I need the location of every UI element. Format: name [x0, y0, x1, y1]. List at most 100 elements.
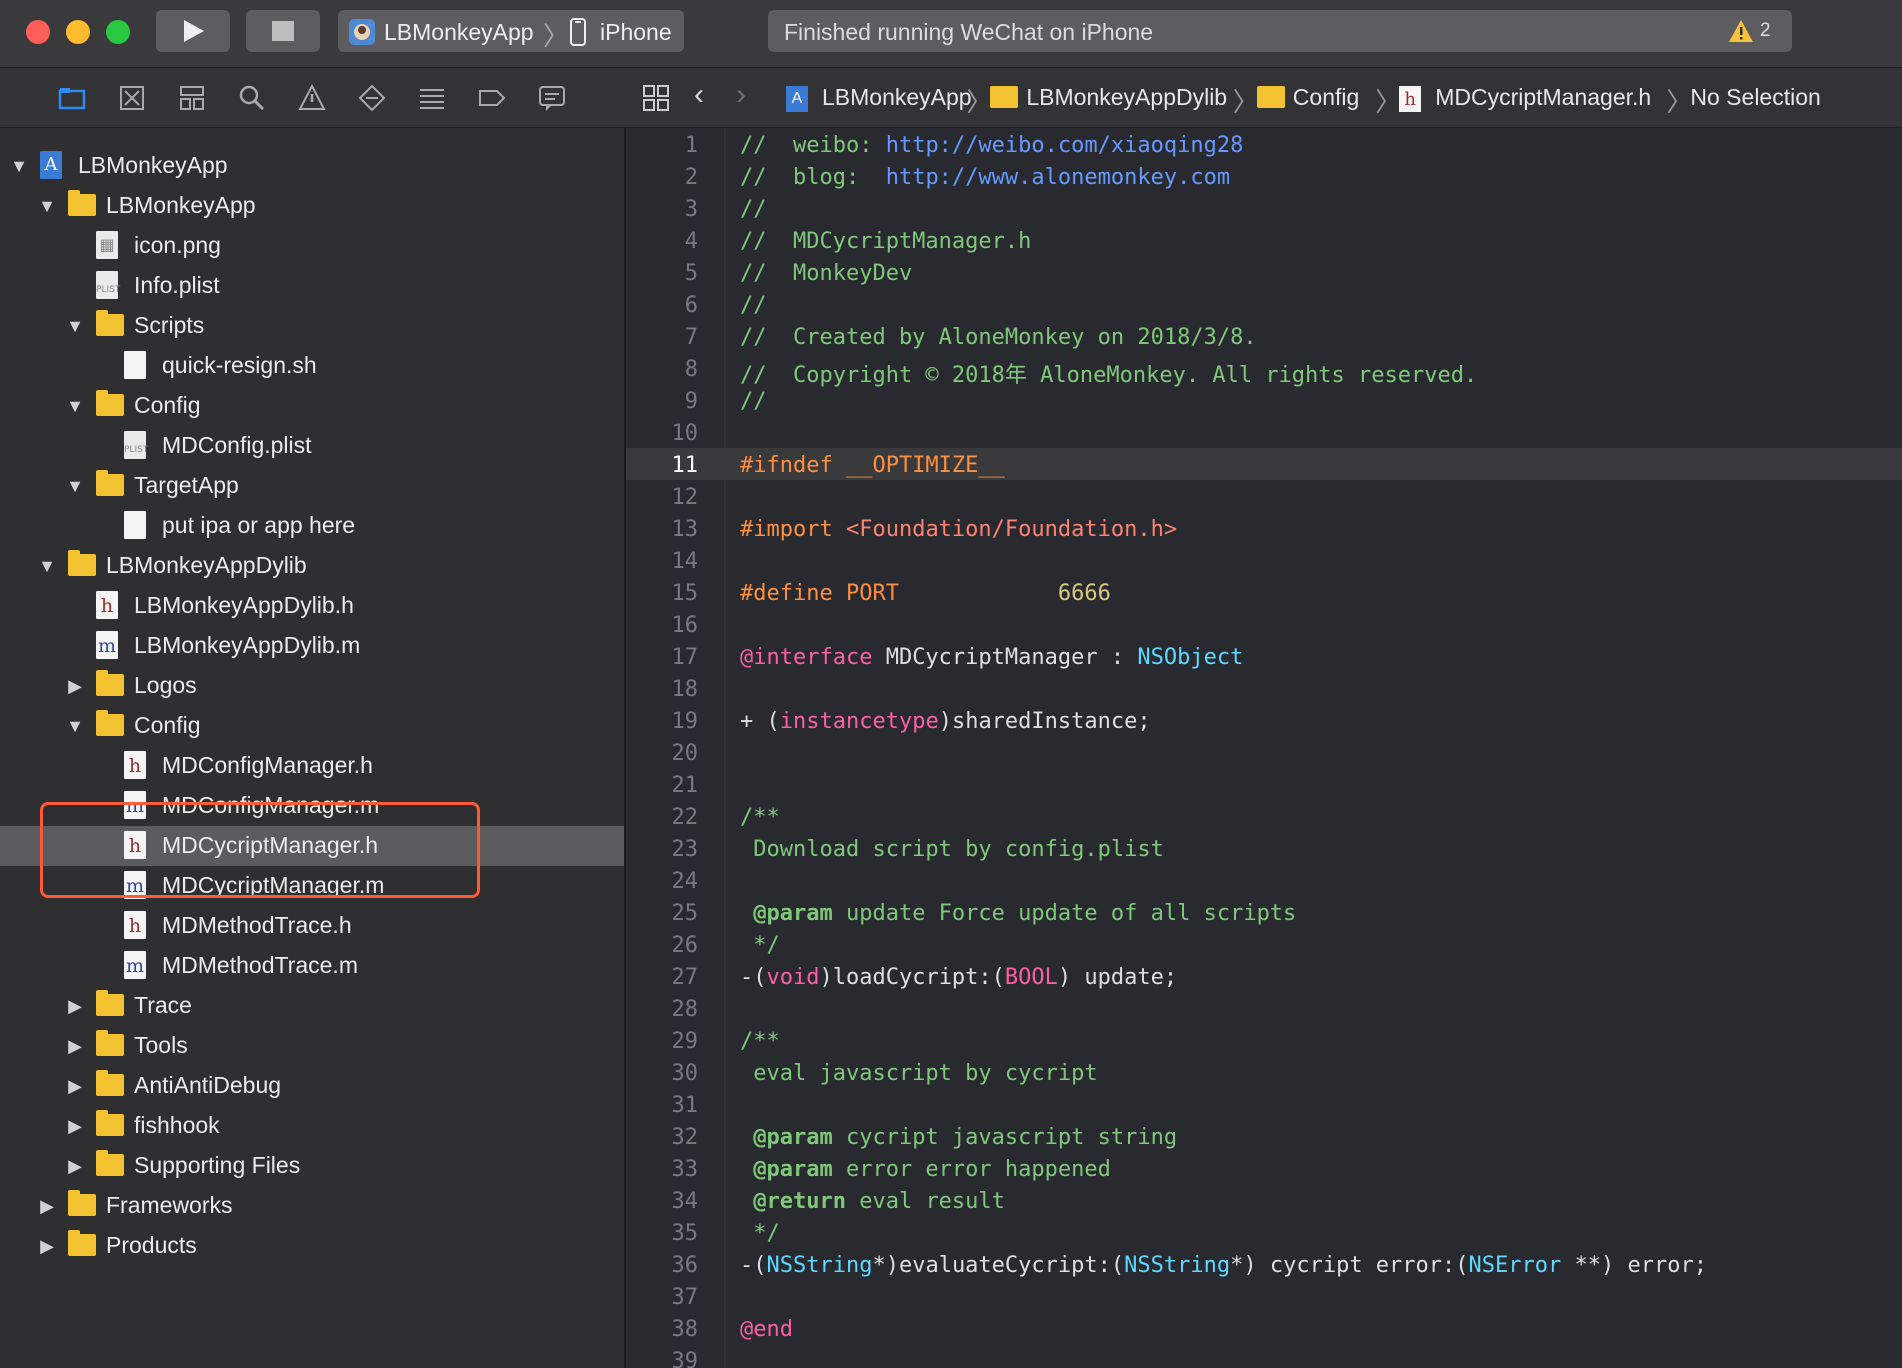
code-line[interactable]: 36 -(NSString*)evaluateCycript:(NSString*…	[626, 1248, 1902, 1280]
code-line[interactable]: 39	[626, 1344, 1902, 1368]
debug-icon[interactable]	[418, 84, 446, 112]
code-line[interactable]: 24	[626, 864, 1902, 896]
tree-file-row[interactable]: quick-resign.sh	[0, 346, 624, 386]
tree-group-row[interactable]: ▶ Logos	[0, 666, 624, 706]
line-number[interactable]: 21	[626, 773, 699, 798]
disclosure-closed-icon[interactable]: ▶	[66, 674, 84, 698]
line-number[interactable]: 20	[626, 741, 699, 766]
code-line[interactable]: 35 */	[626, 1216, 1902, 1248]
line-number[interactable]: 27	[626, 965, 699, 990]
tree-group-row[interactable]: ▶ Frameworks	[0, 1186, 624, 1226]
line-number[interactable]: 3	[626, 197, 698, 222]
disclosure-closed-icon[interactable]: ▶	[66, 1074, 84, 1098]
line-number[interactable]: 12	[626, 485, 699, 510]
tree-file-row[interactable]: h MDMethodTrace.h	[0, 906, 624, 946]
code-line[interactable]: 7 // Created by AloneMonkey on 2018/3/8.	[626, 320, 1902, 352]
code-line[interactable]: 30 eval javascript by cycript	[626, 1056, 1902, 1088]
disclosure-open-icon[interactable]: ▼	[38, 194, 56, 218]
breadcrumb-item[interactable]: Config	[1293, 84, 1359, 111]
source-editor[interactable]: 1 // weibo: http://weibo.com/xiaoqing28 2 /…	[626, 128, 1902, 1368]
tree-group-row[interactable]: ▼ LBMonkeyApp	[0, 186, 624, 226]
tree-file-row[interactable]: PLIST Info.plist	[0, 266, 624, 306]
tree-group-row[interactable]: ▼ LBMonkeyAppDylib	[0, 546, 624, 586]
line-number[interactable]: 17	[626, 645, 699, 670]
tree-file-row[interactable]: put ipa or app here	[0, 506, 624, 546]
line-number[interactable]: 24	[626, 869, 699, 894]
code-line[interactable]: 18	[626, 672, 1902, 704]
line-number[interactable]: 25	[626, 901, 699, 926]
tree-group-row[interactable]: ▼ Scripts	[0, 306, 624, 346]
line-number[interactable]: 5	[626, 261, 698, 286]
code-line[interactable]: 25 @param update Force update of all scr…	[626, 896, 1902, 928]
line-number[interactable]: 26	[626, 933, 699, 958]
code-line[interactable]: 2 // blog: http://www.alonemonkey.com	[626, 160, 1902, 192]
minimize-window-button[interactable]	[66, 20, 90, 44]
line-number[interactable]: 36	[626, 1253, 699, 1278]
line-number[interactable]: 2	[626, 165, 698, 190]
code-line[interactable]: 1 // weibo: http://weibo.com/xiaoqing28	[626, 128, 1902, 160]
related-items-icon[interactable]	[642, 84, 670, 112]
line-number[interactable]: 8	[626, 357, 698, 382]
line-number[interactable]: 18	[626, 677, 699, 702]
code-line[interactable]: 23 Download script by config.plist	[626, 832, 1902, 864]
code-line[interactable]: 22 /**	[626, 800, 1902, 832]
line-number[interactable]: 30	[626, 1061, 699, 1086]
line-number[interactable]: 34	[626, 1189, 699, 1214]
line-number[interactable]: 37	[626, 1285, 699, 1310]
tree-group-row[interactable]: ▼ Config	[0, 386, 624, 426]
line-number[interactable]: 28	[626, 997, 699, 1022]
code-line[interactable]: 38 @end	[626, 1312, 1902, 1344]
code-line[interactable]: 3 //	[626, 192, 1902, 224]
code-line[interactable]: 6 //	[626, 288, 1902, 320]
code-line[interactable]: 37	[626, 1280, 1902, 1312]
code-line[interactable]: 19 + (instancetype)sharedInstance;	[626, 704, 1902, 736]
line-number[interactable]: 31	[626, 1093, 699, 1118]
code-line[interactable]: 29 /**	[626, 1024, 1902, 1056]
disclosure-open-icon[interactable]: ▼	[66, 314, 84, 338]
tree-group-row[interactable]: ▶ fishhook	[0, 1106, 624, 1146]
line-number[interactable]: 39	[626, 1349, 699, 1368]
zoom-window-button[interactable]	[106, 20, 130, 44]
line-number[interactable]: 10	[626, 421, 699, 446]
line-number[interactable]: 35	[626, 1221, 699, 1246]
disclosure-closed-icon[interactable]: ▶	[66, 1034, 84, 1058]
disclosure-open-icon[interactable]: ▼	[66, 714, 84, 738]
code-line[interactable]: 8// Copyright © 2018年 AloneMonkey. All r…	[626, 352, 1902, 388]
tree-group-row[interactable]: ▶ Supporting Files	[0, 1146, 624, 1186]
line-number[interactable]: 15	[626, 581, 699, 606]
line-number[interactable]: 7	[626, 325, 698, 350]
breadcrumb-item[interactable]: LBMonkeyApp	[822, 84, 972, 111]
line-number[interactable]: 14	[626, 549, 699, 574]
tree-file-row[interactable]: m MDMethodTrace.m	[0, 946, 624, 986]
tree-group-row[interactable]: ▶ Trace	[0, 986, 624, 1026]
line-number[interactable]: 19	[626, 709, 699, 734]
tree-file-row[interactable]: m LBMonkeyAppDylib.m	[0, 626, 624, 666]
line-number[interactable]: 22	[626, 805, 699, 830]
breadcrumb-item[interactable]: MDCycriptManager.h	[1435, 84, 1651, 111]
issue-warning-icon[interactable]	[298, 83, 326, 112]
disclosure-closed-icon[interactable]: ▶	[38, 1194, 56, 1218]
code-line[interactable]: 32 @param cycript javascript string	[626, 1120, 1902, 1152]
disclosure-closed-icon[interactable]: ▶	[66, 994, 84, 1018]
tree-file-row[interactable]: h MDConfigManager.h	[0, 746, 624, 786]
breadcrumb-item[interactable]: LBMonkeyAppDylib	[1026, 84, 1227, 111]
code-line[interactable]: 14	[626, 544, 1902, 576]
tree-file-row[interactable]: ▦ icon.png	[0, 226, 624, 266]
disclosure-closed-icon[interactable]: ▶	[66, 1114, 84, 1138]
search-icon[interactable]	[238, 84, 266, 112]
run-button[interactable]	[156, 10, 230, 52]
tree-group-row[interactable]: ▼ Config	[0, 706, 624, 746]
tree-group-row[interactable]: ▼ TargetApp	[0, 466, 624, 506]
report-icon[interactable]	[538, 84, 566, 112]
code-line[interactable]: 10	[626, 416, 1902, 448]
disclosure-open-icon[interactable]: ▼	[38, 554, 56, 578]
code-line[interactable]: 34 @return eval result	[626, 1184, 1902, 1216]
line-number[interactable]: 38	[626, 1317, 699, 1342]
code-line[interactable]: 5 // MonkeyDev	[626, 256, 1902, 288]
close-window-button[interactable]	[26, 20, 50, 44]
breakpoint-icon[interactable]	[478, 84, 506, 112]
line-number[interactable]: 11	[626, 453, 699, 478]
line-number[interactable]: 23	[626, 837, 699, 862]
disclosure-open-icon[interactable]: ▼	[66, 394, 84, 418]
code-line[interactable]: 15 #define PORT 6666	[626, 576, 1902, 608]
